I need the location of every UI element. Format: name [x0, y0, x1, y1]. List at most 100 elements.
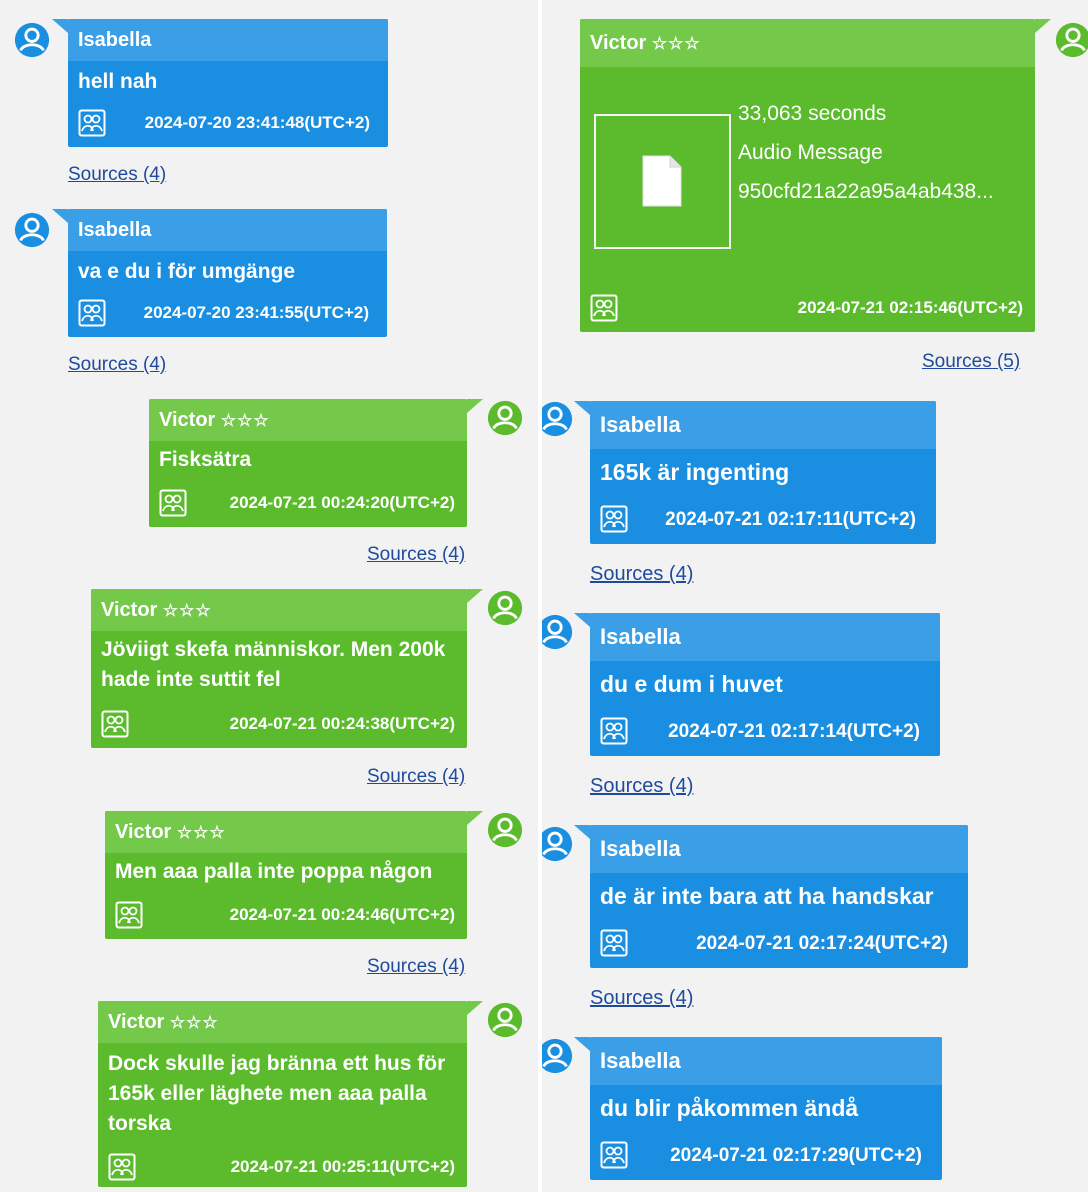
- message-bubble[interactable]: Victor ☆☆☆ Men aaa palla inte poppa någo…: [105, 811, 467, 939]
- bubble-tail: [574, 825, 590, 839]
- rating-stars: ☆☆☆: [169, 1013, 219, 1032]
- message-timestamp: 2024-07-20 23:41:55(UTC+2): [143, 303, 369, 322]
- sender-name: Isabella: [590, 825, 968, 873]
- message-text: Dock skulle jag bränna ett hus för 165k …: [108, 1052, 446, 1135]
- group-icon: [600, 1141, 628, 1169]
- bubble-tail: [574, 1037, 590, 1051]
- rating-stars: ☆☆☆: [162, 601, 212, 620]
- rating-stars: ☆☆☆: [220, 411, 270, 430]
- message-bubble[interactable]: Victor ☆☆☆ 33,063 seconds Audio Message …: [580, 19, 1035, 332]
- message-timestamp: 2024-07-21 02:17:24(UTC+2): [696, 933, 948, 954]
- attachment-thumbnail[interactable]: [594, 114, 731, 249]
- message-footer: 2024-07-21 02:17:14(UTC+2): [600, 717, 928, 747]
- message-timestamp: 2024-07-21 02:17:14(UTC+2): [668, 721, 920, 742]
- sources-link[interactable]: Sources (4): [367, 766, 465, 788]
- user-avatar-icon: [13, 21, 51, 59]
- message-bubble[interactable]: Isabella du blir påkommen ändå 2024-07-2…: [590, 1037, 942, 1180]
- message-bubble[interactable]: Isabella du e dum i huvet 2024-07-21 02:…: [590, 613, 940, 756]
- message-bubble[interactable]: Victor ☆☆☆ Dock skulle jag bränna ett hu…: [98, 1001, 467, 1187]
- group-icon: [78, 299, 106, 327]
- bubble-tail: [467, 1001, 483, 1015]
- message-footer: 2024-07-21 00:24:46(UTC+2): [115, 901, 455, 931]
- file-icon: [642, 155, 682, 207]
- message-timestamp: 2024-07-21 02:17:29(UTC+2): [670, 1145, 922, 1166]
- user-avatar-icon: [542, 1037, 574, 1075]
- sender-name: Victor: [101, 599, 158, 621]
- sender-name: Isabella: [590, 1037, 942, 1085]
- group-icon: [101, 710, 129, 738]
- sender-header: Victor ☆☆☆: [149, 399, 467, 441]
- message-bubble[interactable]: Isabella 165k är ingenting 2024-07-21 02…: [590, 401, 936, 544]
- message-timestamp: 2024-07-21 00:24:46(UTC+2): [229, 905, 455, 924]
- user-avatar-icon: [542, 825, 574, 863]
- attachment-duration: 33,063 seconds: [738, 102, 887, 125]
- user-avatar-icon: [13, 211, 51, 249]
- sources-link[interactable]: Sources (5): [922, 351, 1020, 373]
- message-footer: 2024-07-21 02:17:29(UTC+2): [600, 1141, 930, 1171]
- message-timestamp: 2024-07-21 00:24:38(UTC+2): [229, 714, 455, 733]
- message-text: va e du i för umgänge: [78, 260, 296, 283]
- attachment-type: Audio Message: [738, 141, 883, 164]
- bubble-tail: [467, 811, 483, 825]
- message-text: Jöviigt skefa människor. Men 200k hade i…: [101, 638, 446, 691]
- sources-link[interactable]: Sources (4): [590, 563, 693, 586]
- group-icon: [600, 505, 628, 533]
- sender-header: Victor ☆☆☆: [580, 19, 1035, 67]
- sender-header: Victor ☆☆☆: [105, 811, 467, 853]
- sender-header: Victor ☆☆☆: [98, 1001, 467, 1043]
- sender-name: Isabella: [590, 401, 936, 449]
- sources-link[interactable]: Sources (4): [68, 354, 166, 376]
- user-avatar-icon: [486, 1001, 524, 1039]
- group-icon: [78, 109, 106, 137]
- message-footer: 2024-07-20 23:41:55(UTC+2): [78, 299, 375, 329]
- message-text: 165k är ingenting: [600, 459, 790, 485]
- group-icon: [115, 901, 143, 929]
- user-avatar-icon: [1054, 21, 1088, 59]
- group-icon: [159, 489, 187, 517]
- sender-name: Victor: [590, 32, 647, 54]
- message-text: de är inte bara att ha handskar: [600, 883, 934, 909]
- message-text: Fisksätra: [159, 448, 252, 471]
- bubble-tail: [467, 589, 483, 603]
- sender-name: Isabella: [68, 19, 388, 61]
- message-text: Men aaa palla inte poppa någon: [115, 860, 433, 883]
- bubble-tail: [574, 613, 590, 627]
- sender-name: Isabella: [68, 209, 387, 251]
- sources-link[interactable]: Sources (4): [367, 544, 465, 566]
- message-footer: 2024-07-21 02:17:24(UTC+2): [600, 929, 956, 959]
- message-footer: 2024-07-21 00:25:11(UTC+2): [108, 1153, 455, 1183]
- chat-column-left: Isabella hell nah 2024-07-20 23:41:48(UT…: [0, 0, 538, 1192]
- sender-name: Victor: [159, 409, 216, 431]
- bubble-tail: [574, 401, 590, 415]
- message-bubble[interactable]: Victor ☆☆☆ Fisksätra 2024-07-21 00:24:20…: [149, 399, 467, 527]
- sources-link[interactable]: Sources (4): [590, 987, 693, 1010]
- message-timestamp: 2024-07-21 00:24:20(UTC+2): [229, 493, 455, 512]
- message-timestamp: 2024-07-21 00:25:11(UTC+2): [230, 1157, 455, 1176]
- rating-stars: ☆☆☆: [176, 823, 226, 842]
- message-footer: 2024-07-21 00:24:20(UTC+2): [159, 489, 455, 519]
- sender-name: Victor: [108, 1011, 165, 1033]
- message-bubble[interactable]: Isabella de är inte bara att ha handskar…: [590, 825, 968, 968]
- message-footer: 2024-07-21 02:15:46(UTC+2): [590, 294, 1023, 324]
- attachment-hash: 950cfd21a22a95a4ab438...: [738, 180, 994, 203]
- message-bubble[interactable]: Victor ☆☆☆ Jöviigt skefa människor. Men …: [91, 589, 467, 748]
- attachment-info: 33,063 seconds Audio Message 950cfd21a22…: [738, 94, 994, 211]
- message-timestamp: 2024-07-21 02:15:46(UTC+2): [797, 298, 1023, 317]
- sources-link[interactable]: Sources (4): [590, 775, 693, 798]
- user-avatar-icon: [542, 400, 574, 438]
- bubble-tail: [1035, 19, 1051, 33]
- message-bubble[interactable]: Isabella va e du i för umgänge 2024-07-2…: [68, 209, 387, 337]
- bubble-tail: [52, 19, 68, 33]
- sender-name: Isabella: [590, 613, 940, 661]
- chat-column-right: Victor ☆☆☆ 33,063 seconds Audio Message …: [542, 0, 1088, 1192]
- sources-link[interactable]: Sources (4): [367, 956, 465, 978]
- group-icon: [600, 929, 628, 957]
- message-bubble[interactable]: Isabella hell nah 2024-07-20 23:41:48(UT…: [68, 19, 388, 147]
- sender-name: Victor: [115, 821, 172, 843]
- user-avatar-icon: [486, 399, 524, 437]
- message-text: du blir påkommen ändå: [600, 1095, 859, 1121]
- message-footer: 2024-07-21 02:17:11(UTC+2): [600, 505, 924, 535]
- group-icon: [590, 294, 618, 322]
- user-avatar-icon: [542, 613, 574, 651]
- sources-link[interactable]: Sources (4): [68, 164, 166, 186]
